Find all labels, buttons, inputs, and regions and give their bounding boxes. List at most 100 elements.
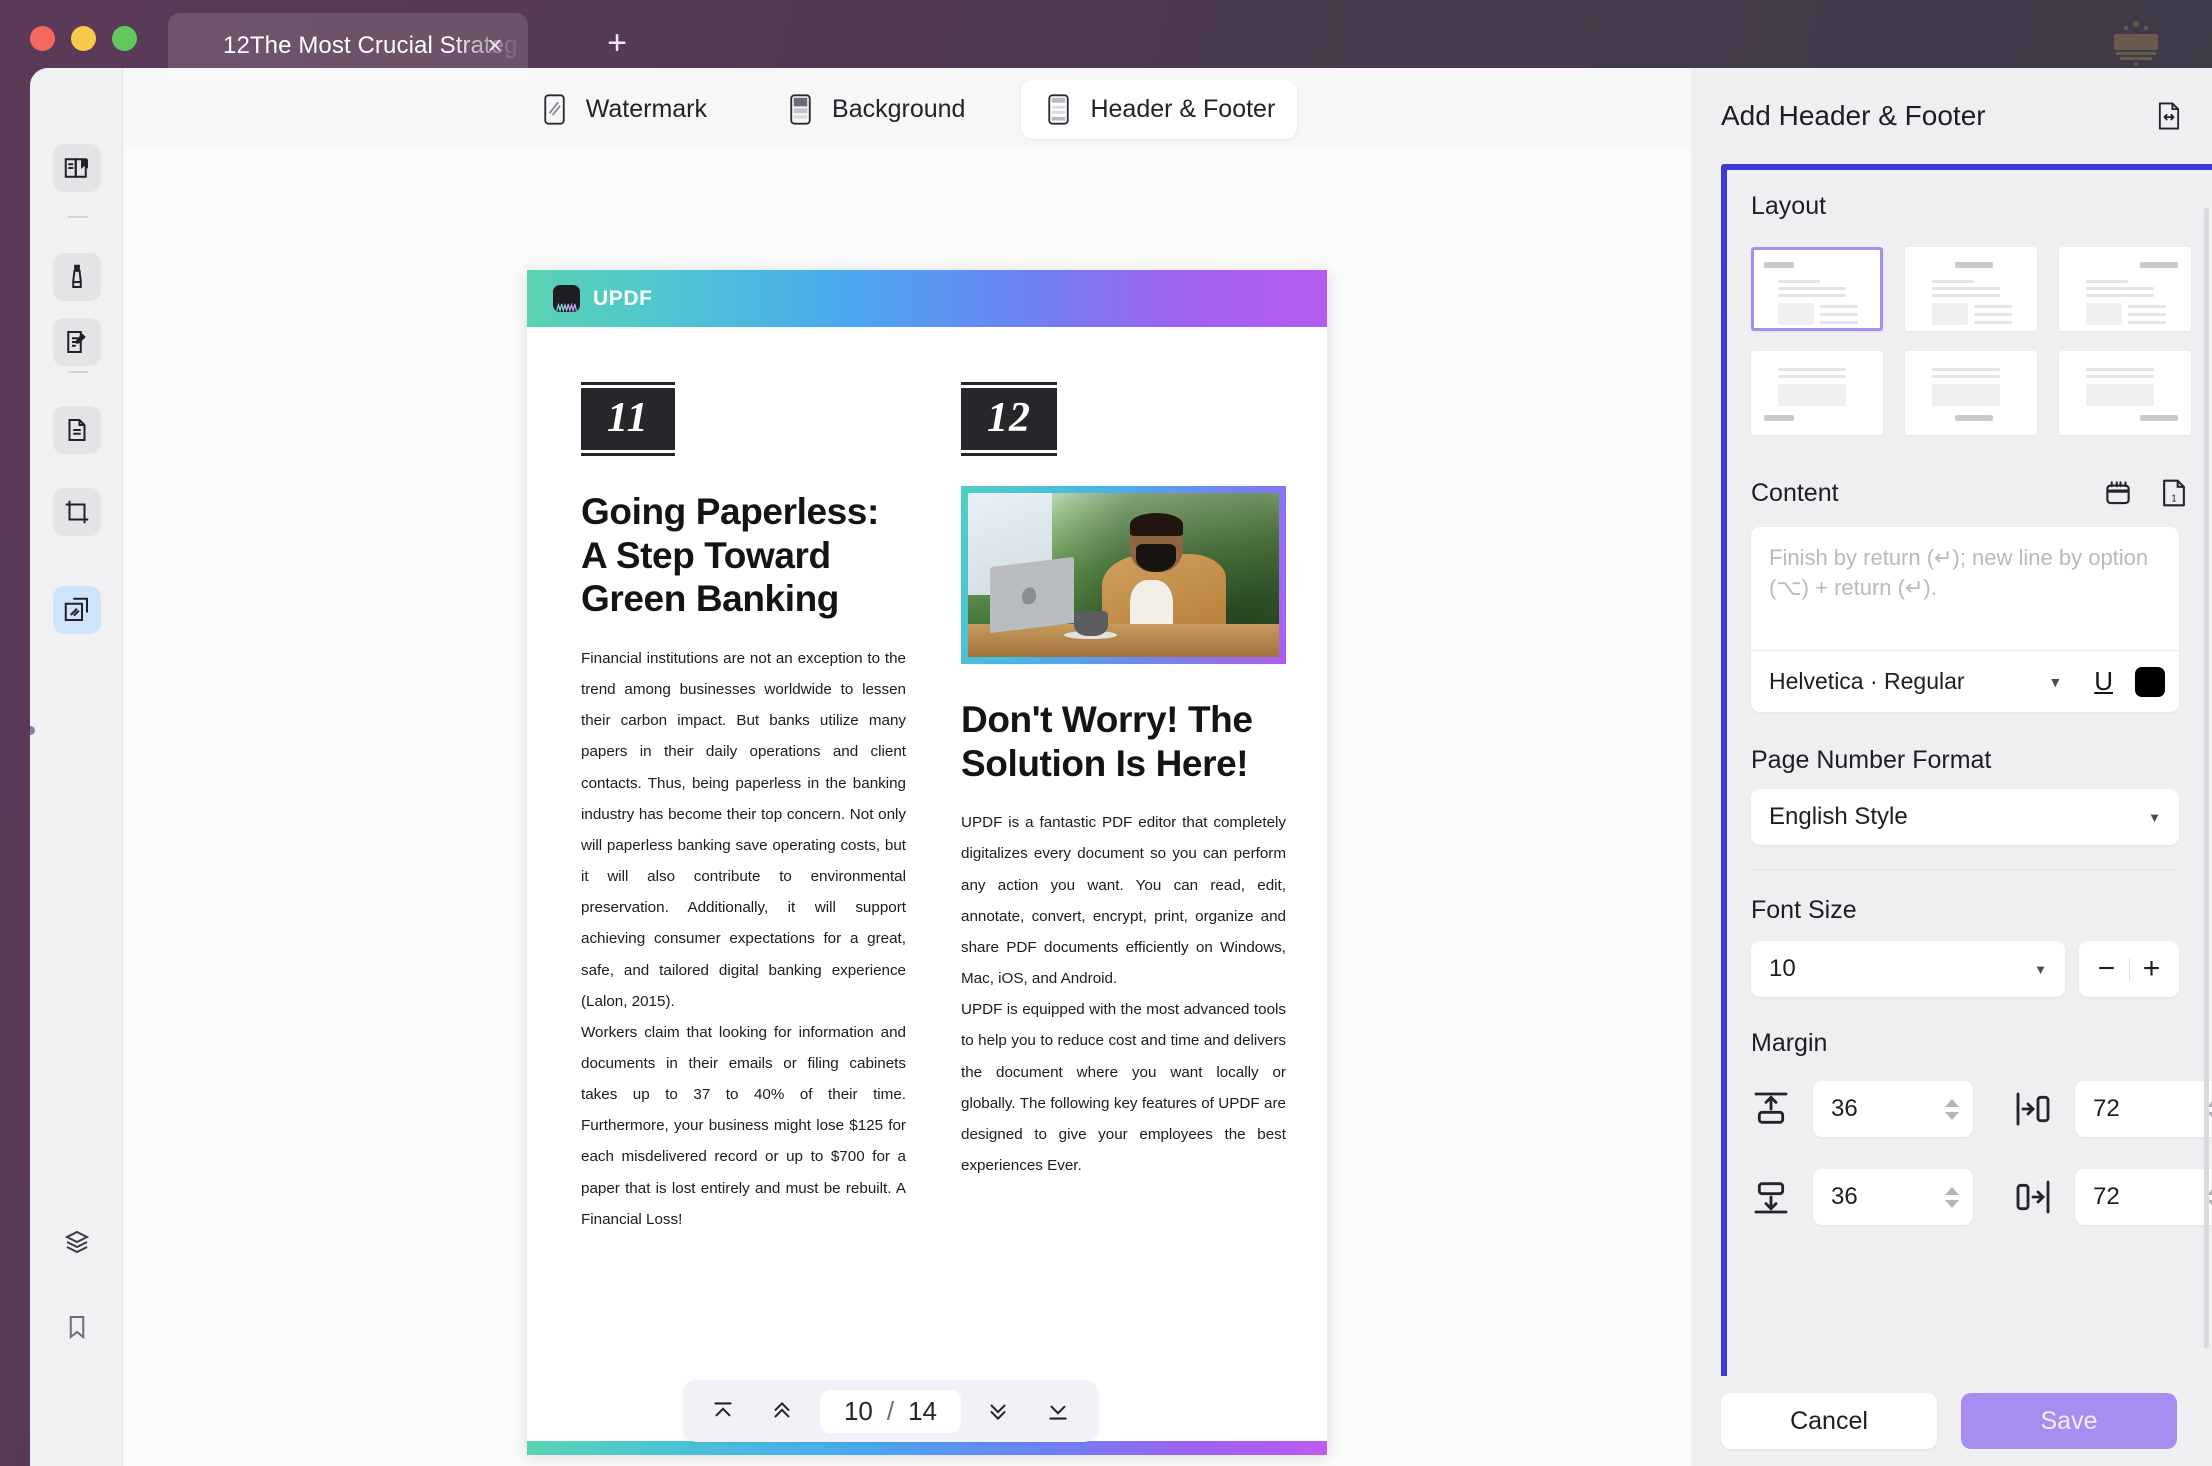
text-color-swatch[interactable] — [2135, 666, 2165, 697]
header-footer-icon — [1048, 93, 1070, 125]
margin-bottom-stepper[interactable] — [1945, 1186, 1959, 1208]
previous-page-button[interactable] — [760, 1392, 804, 1430]
tab-background-label: Background — [832, 94, 966, 123]
new-tab-icon[interactable]: + — [600, 26, 634, 62]
chevron-down-icon: ▼ — [2034, 961, 2047, 977]
sidebar-item-crop-page[interactable] — [53, 488, 101, 536]
first-page-icon — [714, 1402, 732, 1417]
updf-brand-label: UPDF — [593, 286, 653, 310]
crop-icon — [65, 500, 89, 524]
minimize-window-button[interactable] — [71, 26, 96, 51]
close-tab-icon[interactable]: × — [480, 31, 510, 61]
last-page-button[interactable] — [1036, 1392, 1080, 1430]
layout-option-footer-center[interactable] — [1905, 351, 2037, 435]
underline-button[interactable]: U — [2084, 666, 2123, 697]
window-controls — [30, 26, 137, 51]
section-image-frame — [961, 486, 1286, 664]
rail-active-indicator — [30, 726, 35, 735]
layout-option-header-right[interactable] — [2059, 247, 2191, 331]
page-number-input-group[interactable]: 10 / 14 — [819, 1389, 962, 1433]
cancel-button[interactable]: Cancel — [1721, 1393, 1937, 1449]
margin-fields-grid: 36 72 36 72 — [1727, 1058, 2212, 1226]
content-font-row: Helvetica · Regular ▼ U — [1751, 650, 2179, 712]
first-page-button[interactable] — [701, 1392, 745, 1430]
margin-bottom-field[interactable]: 36 — [1813, 1169, 1973, 1225]
margin-left-icon — [2016, 1092, 2050, 1126]
sidebar-item-layers[interactable] — [53, 1218, 101, 1266]
next-page-icon — [990, 1404, 1007, 1421]
panel-footer: Cancel Save — [1691, 1376, 2212, 1466]
next-page-button[interactable] — [976, 1392, 1020, 1430]
content-input[interactable] — [1751, 527, 2179, 645]
sidebar-item-highlighter[interactable] — [53, 253, 101, 301]
sidebar-item-watermark-tools[interactable] — [53, 586, 101, 634]
rail-divider-1 — [68, 216, 88, 218]
close-window-button[interactable] — [30, 26, 55, 51]
page-number-icon[interactable]: 1 — [2159, 477, 2189, 509]
chevron-down-icon[interactable]: ▼ — [2048, 674, 2072, 690]
margin-top-icon — [1754, 1092, 1788, 1124]
margin-top-stepper[interactable] — [1945, 1098, 1959, 1120]
section-paragraph: Workers claim that looking for informati… — [581, 1023, 906, 1228]
pages-copy-icon — [68, 419, 86, 441]
tab-watermark[interactable]: Watermark — [517, 80, 729, 139]
page-number-format-select[interactable]: English Style ▼ — [1751, 789, 2179, 845]
document-tab[interactable]: 12The Most Crucial Strateg × — [168, 13, 528, 78]
page-resize-icon[interactable] — [2154, 100, 2184, 132]
layout-option-footer-left[interactable] — [1751, 351, 1883, 435]
total-pages-value: 14 — [908, 1395, 938, 1426]
tab-watermark-label: Watermark — [585, 94, 708, 123]
margin-top-field[interactable]: 36 — [1813, 1081, 1973, 1137]
section-number-badge-left: 11 — [581, 382, 906, 456]
save-button[interactable]: Save — [1961, 1393, 2177, 1449]
panel-content: Layout Content 1 Finish by return (↵); n… — [1721, 164, 2212, 1434]
font-size-row: 10 ▼ − + — [1727, 925, 2212, 997]
tab-background[interactable]: Background — [763, 80, 987, 139]
page-footer-band — [527, 1441, 1327, 1455]
note-edit-icon — [67, 331, 86, 353]
font-family-value[interactable]: Helvetica · Regular — [1769, 668, 2036, 695]
margin-top-value: 36 — [1831, 1095, 1858, 1122]
calendar-icon[interactable] — [2103, 477, 2133, 509]
font-size-increase-button[interactable]: + — [2130, 954, 2174, 984]
margin-right-field[interactable]: 72 — [2075, 1169, 2212, 1225]
content-section-title: Content — [1751, 478, 1839, 507]
panel-scrollbar[interactable] — [2204, 208, 2209, 1348]
content-editor[interactable]: Helvetica · Regular ▼ U — [1751, 527, 2179, 712]
section-paragraph: Financial institutions are not an except… — [581, 649, 906, 1010]
tab-header-footer[interactable]: Header & Footer — [1021, 79, 1298, 139]
layout-option-header-left[interactable] — [1751, 247, 1883, 331]
sidebar-item-bookmarks[interactable] — [53, 1303, 101, 1351]
main-body: Watermark Background Header & Footer UPD… — [30, 68, 2212, 1466]
font-size-title: Font Size — [1751, 896, 1857, 924]
background-icon — [790, 93, 811, 125]
page-column-left: 11 Going Paperless: A Step Toward Green … — [581, 382, 906, 1235]
sidebar-item-organize-pages[interactable] — [53, 406, 101, 454]
current-page-value[interactable]: 10 — [844, 1396, 873, 1427]
margin-bottom-value: 36 — [1831, 1183, 1858, 1210]
section-paragraph: UPDF is equipped with the most advanced … — [961, 1001, 1286, 1175]
margin-bottom-icon — [1754, 1182, 1788, 1214]
svg-text:1: 1 — [2171, 494, 2176, 505]
sidebar-item-reader-view[interactable] — [53, 144, 101, 192]
prev-page-icon — [774, 1401, 790, 1418]
margin-title: Margin — [1751, 1029, 1828, 1057]
maximize-window-button[interactable] — [112, 26, 137, 51]
page-column-right: 12 Don't Worry! The Solution Is Here! UP… — [961, 382, 1286, 1181]
layout-section-title: Layout — [1751, 192, 1827, 220]
document-tab-title: 12The Most Crucial Strateg — [223, 31, 518, 59]
layout-option-header-center[interactable] — [1905, 247, 2037, 331]
margin-left-value: 72 — [2093, 1095, 2120, 1122]
document-viewer[interactable]: UPDF 11 Going Paperless: A Step Toward G… — [123, 150, 1691, 1466]
font-size-decrease-button[interactable]: − — [2085, 954, 2129, 984]
margin-left-field[interactable]: 72 — [2075, 1081, 2212, 1137]
page-navigation-bar: 10 / 14 — [683, 1380, 1098, 1442]
margin-right-value: 72 — [2093, 1183, 2120, 1210]
watermark-icon — [544, 93, 565, 125]
font-size-stepper: − + — [2079, 941, 2179, 997]
sidebar-item-annotate[interactable] — [53, 318, 101, 366]
highlighter-icon — [72, 264, 82, 288]
page-separator: / — [886, 1395, 895, 1426]
layout-option-footer-right[interactable] — [2059, 351, 2191, 435]
font-size-select[interactable]: 10 ▼ — [1751, 941, 2065, 997]
